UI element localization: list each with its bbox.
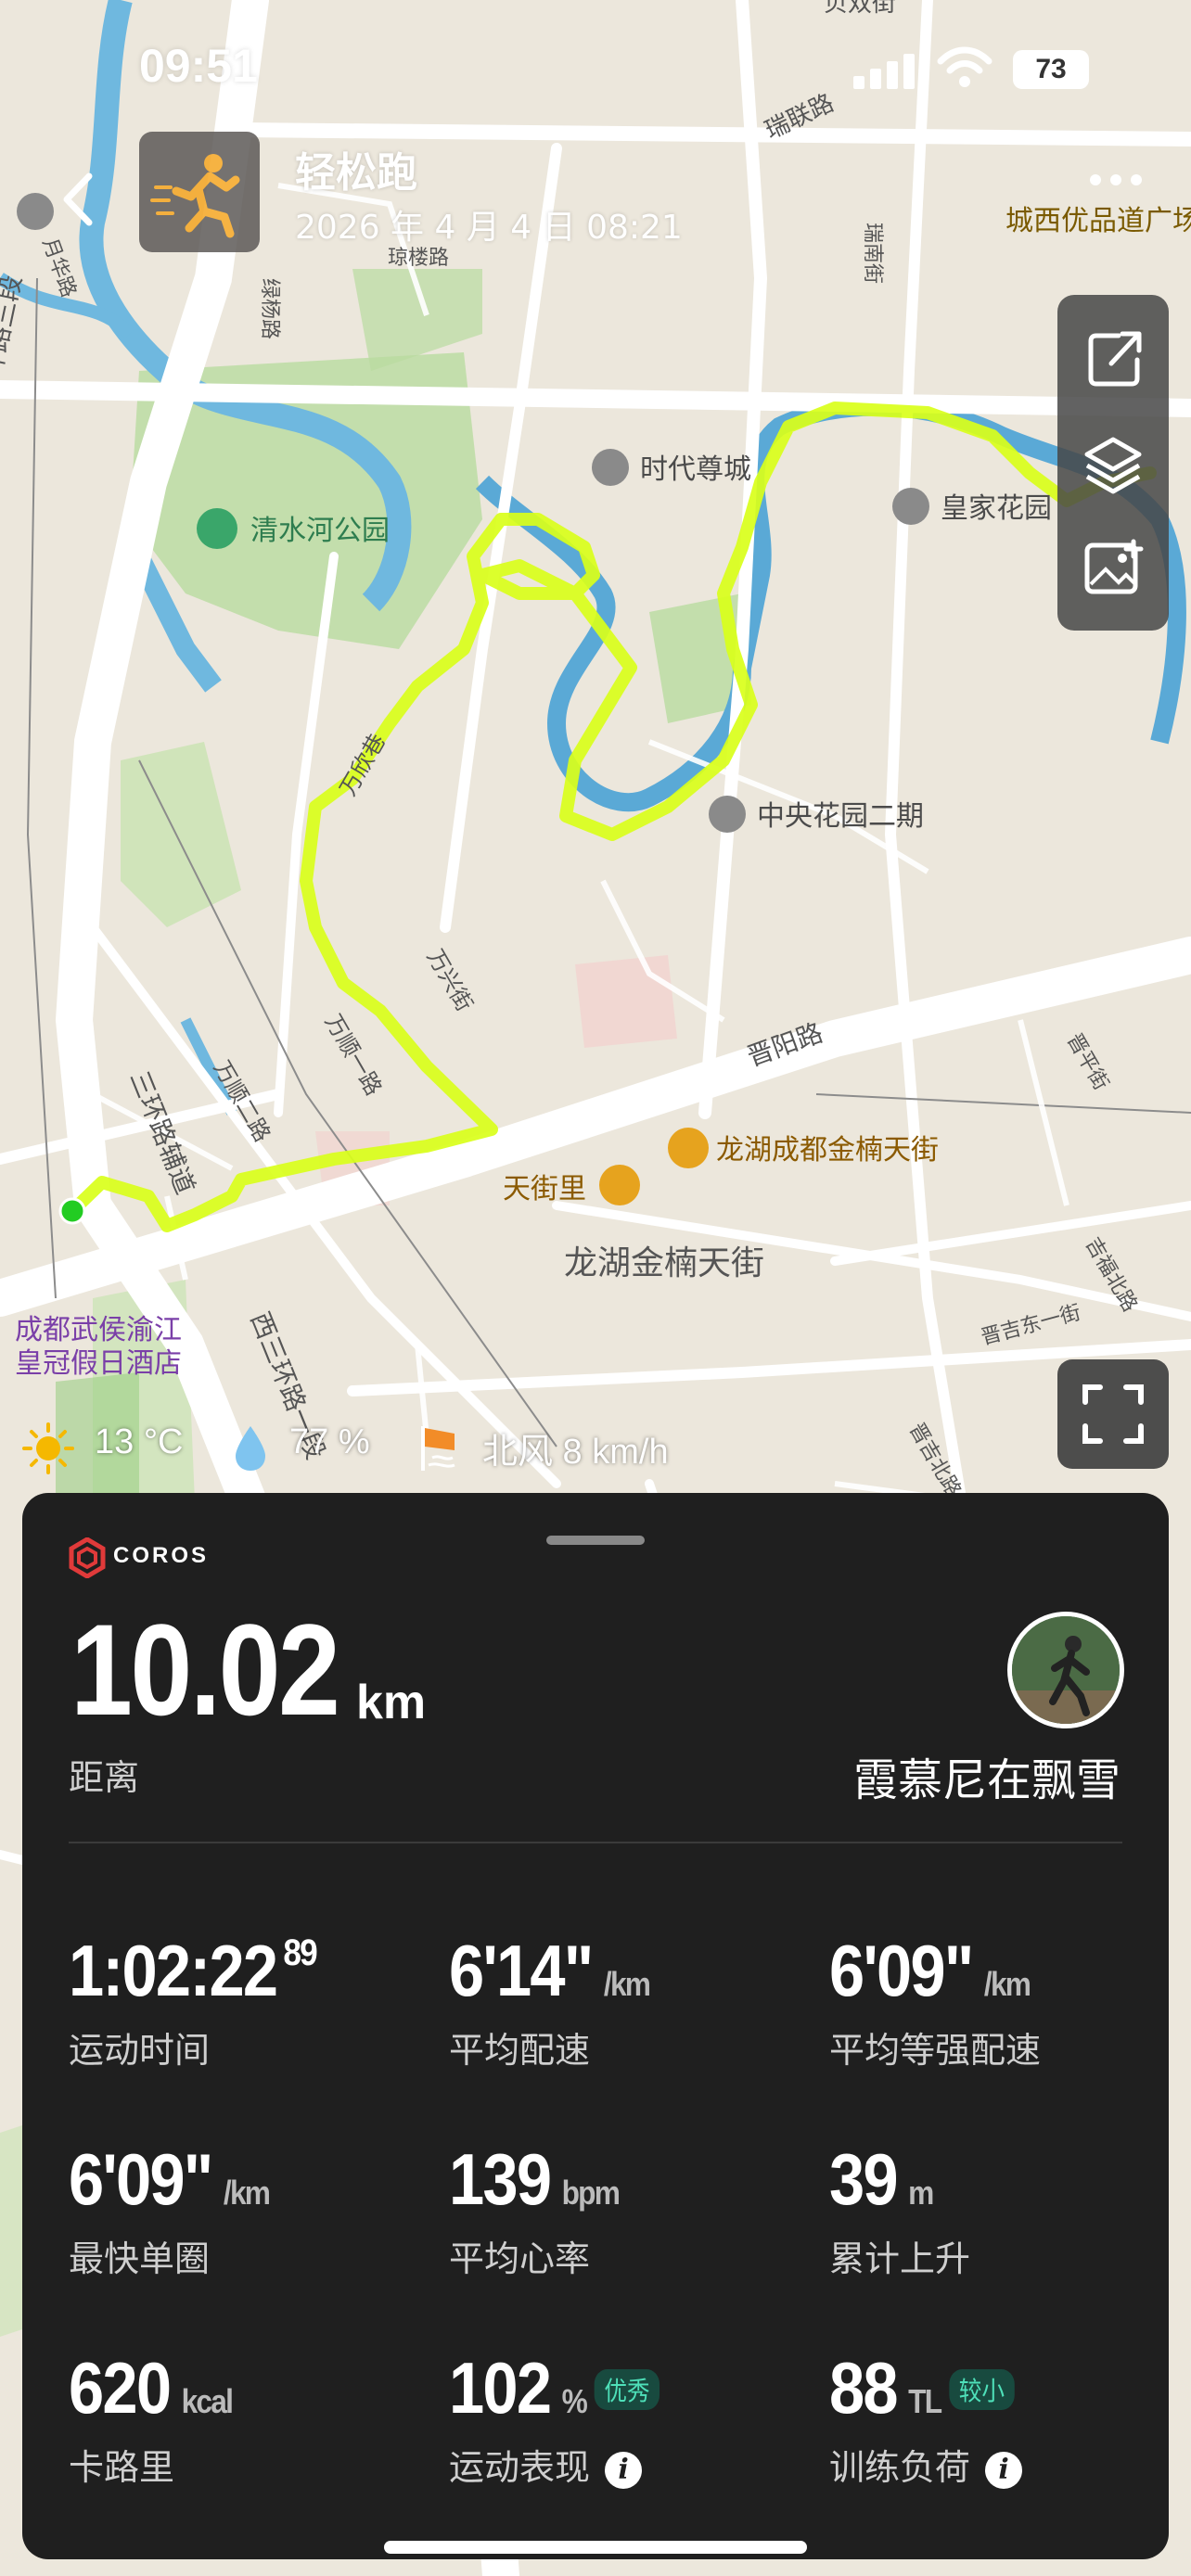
signal-icon [853, 52, 918, 89]
activity-date: 2026 年 4 月 4 日 08:21 [295, 209, 683, 247]
performance-badge: 优秀 [594, 2369, 660, 2410]
map-layers-button[interactable] [1057, 414, 1169, 516]
distance-value: 10.02 [70, 1597, 340, 1742]
add-photo-icon [1084, 539, 1144, 594]
running-sport-icon [139, 132, 260, 252]
activity-header: 轻松跑 2026 年 4 月 4 日 08:21 [0, 130, 1191, 260]
distance-label: 距离 [69, 1757, 140, 1798]
more-options-icon[interactable] [1090, 167, 1146, 195]
svg-text:皇冠假日酒店: 皇冠假日酒店 [15, 1347, 182, 1380]
share-icon [1088, 331, 1142, 387]
humidity-value: 77 % [289, 1422, 370, 1461]
svg-text:天街里: 天街里 [503, 1173, 586, 1205]
share-button[interactable] [1057, 308, 1169, 410]
coros-logo: COROS [69, 1537, 273, 1582]
avatar[interactable] [1007, 1612, 1124, 1728]
stat-performance: 102% 优秀 运动表现 i [449, 2346, 801, 2489]
temperature-value: 13 °C [95, 1422, 184, 1461]
coros-logo-icon [69, 1537, 106, 1579]
stat-duration: 1:02:22 89 运动时间 [69, 1930, 318, 2071]
activity-title: 轻松跑 [295, 149, 417, 197]
fullscreen-button[interactable] [1057, 1359, 1169, 1469]
wind-value: 北风 8 km/h [482, 1433, 669, 1472]
layers-icon [1084, 437, 1142, 494]
add-photo-button[interactable] [1057, 517, 1169, 619]
weather-bar: 13 °C 77 % 北风 8 km/h [0, 1409, 835, 1484]
drag-handle[interactable] [546, 1536, 645, 1545]
svg-text:龙湖成都金楠天街: 龙湖成都金楠天街 [716, 1134, 939, 1167]
training-load-info-icon[interactable]: i [985, 2451, 1023, 2489]
username: 霞慕尼在飘雪 [852, 1754, 1121, 1806]
stat-elevation-gain: 39 m 累计上升 [829, 2138, 971, 2279]
stat-fastest-lap: 6'09"/km 最快单圈 [69, 2138, 271, 2279]
fullscreen-icon [1082, 1384, 1144, 1444]
sun-icon [22, 1422, 74, 1474]
svg-text:时代尊城: 时代尊城 [640, 453, 751, 486]
humidity-icon [236, 1426, 265, 1471]
stat-grade-adjusted-pace: 6'09"/km 平均等强配速 [829, 1930, 1042, 2071]
battery-indicator: 73 [1013, 50, 1089, 89]
home-indicator[interactable] [384, 2541, 807, 2554]
status-time: 09:51 [139, 40, 258, 92]
status-bar: 09:51 73 [0, 0, 1191, 139]
svg-text:皇家花园: 皇家花园 [941, 492, 1052, 525]
summary-panel[interactable]: COROS 10.02 km 距离 霞慕尼在飘雪 1:02:22 89 运动时间 … [22, 1493, 1169, 2559]
performance-info-icon[interactable]: i [605, 2451, 643, 2489]
wind-flag-icon [421, 1426, 455, 1471]
stat-avg-pace: 6'14"/km 平均配速 [449, 1930, 651, 2071]
wifi-icon [937, 46, 992, 87]
distance-unit: km [356, 1676, 427, 1729]
svg-text:成都武侯渝江: 成都武侯渝江 [15, 1314, 182, 1346]
map-tools [1057, 295, 1169, 631]
stat-training-load: 88 TL 较小 训练负荷 i [829, 2346, 1182, 2489]
back-icon[interactable] [56, 167, 102, 232]
stat-avg-heart-rate: 139 bpm 平均心率 [449, 2138, 621, 2279]
stat-calories: 620 kcal 卡路里 [69, 2347, 234, 2488]
divider [69, 1842, 1122, 1843]
training-load-badge: 较小 [949, 2369, 1015, 2410]
svg-text:龙湖金楠天街: 龙湖金楠天街 [564, 1244, 764, 1282]
svg-text:清水河公园: 清水河公园 [250, 515, 390, 547]
svg-text:中央花园二期: 中央花园二期 [757, 800, 924, 833]
svg-text:绿杨路: 绿杨路 [258, 278, 281, 339]
